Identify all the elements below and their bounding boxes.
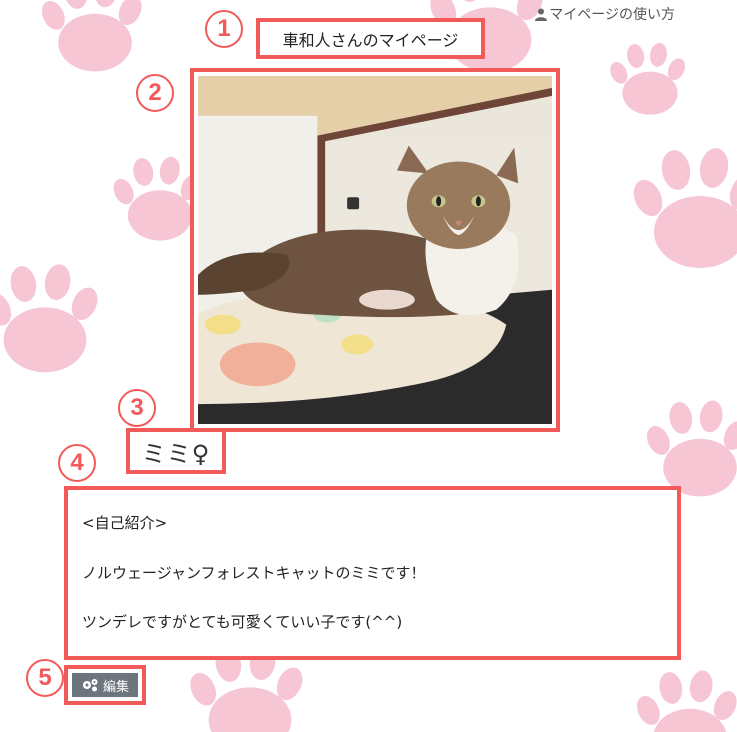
annotation-marker-3: 3	[118, 389, 156, 427]
gears-icon	[82, 679, 98, 692]
self-introduction: <自己紹介> ノルウェージャンフォレストキャットのミミです！ ツンデレですがとて…	[64, 486, 681, 660]
annotation-marker-2: 2	[136, 74, 174, 112]
annotation-marker-4: 4	[58, 444, 96, 482]
edit-button-highlight: 編集	[64, 665, 146, 705]
page-title: 車和人さんのマイページ	[256, 18, 485, 59]
intro-line: ツンデレですがとても可愛くていい子です(^^)	[82, 613, 403, 631]
annotation-marker-1: 1	[205, 10, 243, 48]
intro-heading: <自己紹介>	[82, 514, 168, 532]
cat-photo-image	[198, 76, 552, 424]
help-link[interactable]: マイページの使い方	[535, 4, 675, 24]
user-icon	[535, 8, 548, 21]
edit-button-label: 編集	[102, 679, 129, 695]
intro-line: ノルウェージャンフォレストキャットのミミです！	[82, 563, 426, 582]
edit-button[interactable]: 編集	[72, 673, 138, 697]
pet-photo	[190, 68, 560, 432]
annotation-marker-5: 5	[26, 659, 64, 697]
pet-name: ミミ♀	[126, 428, 226, 474]
help-link-label: マイページの使い方	[549, 7, 675, 23]
